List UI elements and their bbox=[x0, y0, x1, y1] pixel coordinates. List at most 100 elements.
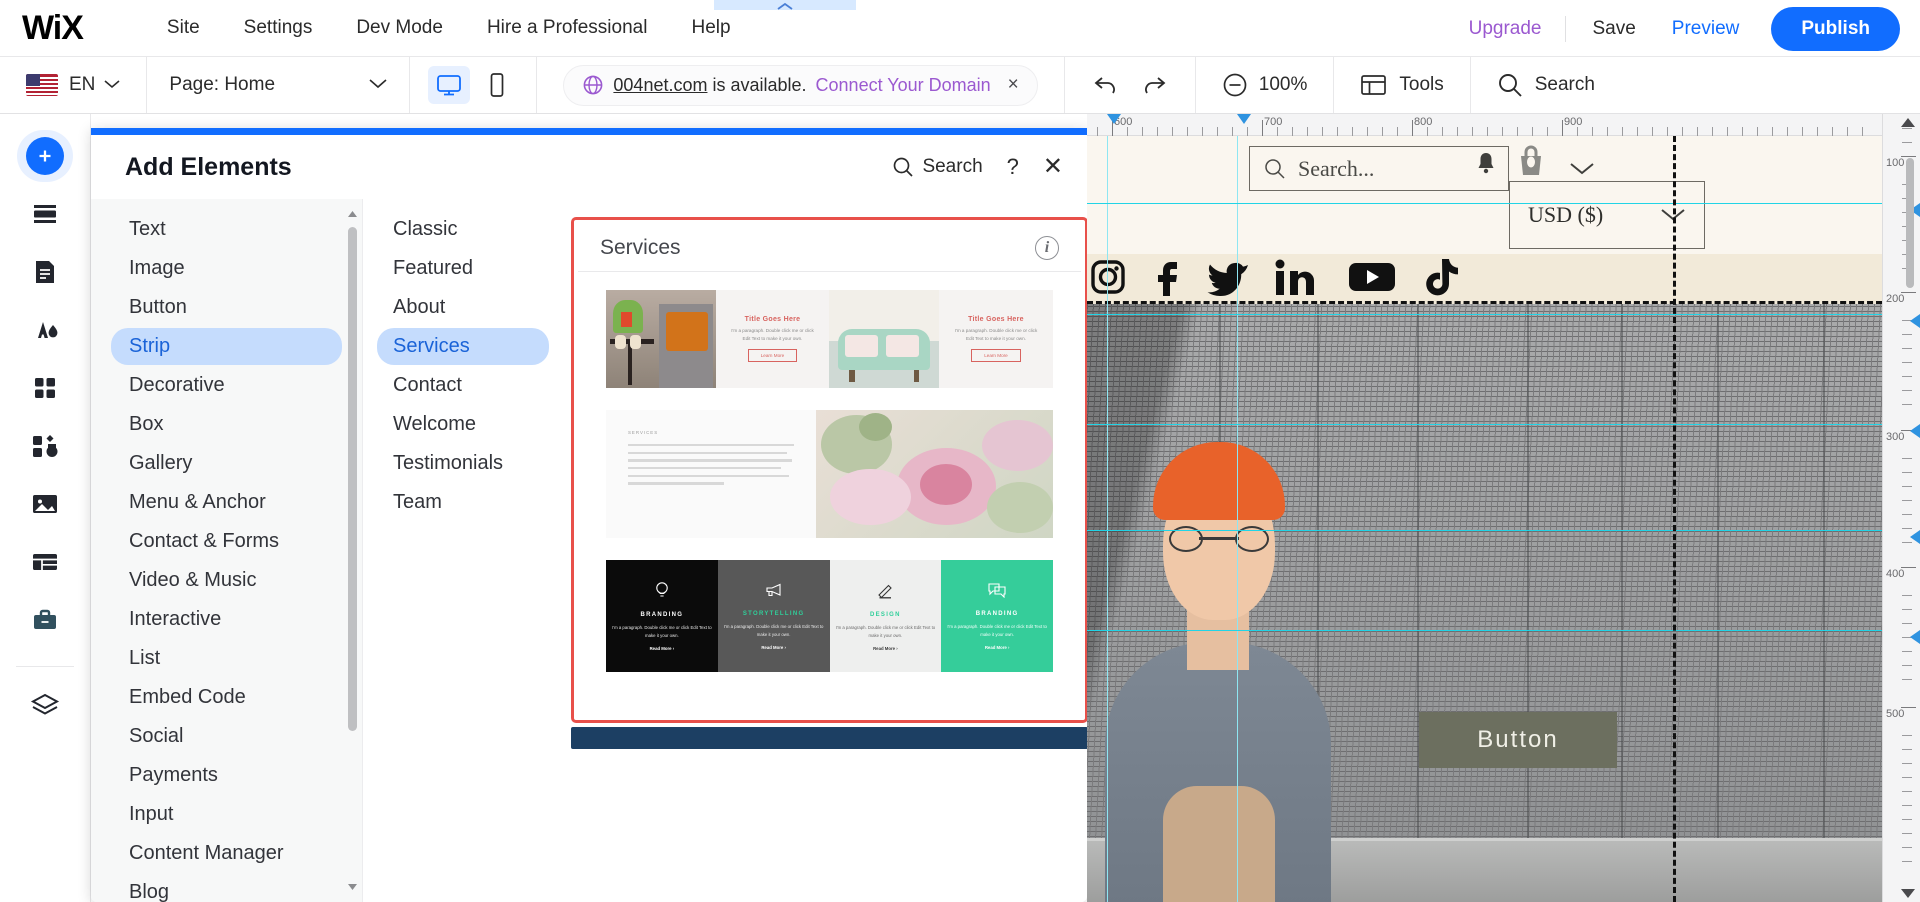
menu-help[interactable]: Help bbox=[669, 11, 752, 45]
rail-item-site-pages[interactable] bbox=[17, 188, 73, 240]
subcategory-item-team[interactable]: Team bbox=[377, 484, 549, 521]
close-icon[interactable]: ✕ bbox=[1043, 155, 1063, 179]
category-item-box[interactable]: Box bbox=[111, 406, 342, 443]
connect-domain-link[interactable]: Connect Your Domain bbox=[816, 75, 991, 96]
info-icon[interactable]: i bbox=[1035, 235, 1059, 260]
category-item-interactive[interactable]: Interactive bbox=[111, 601, 342, 638]
facebook-icon[interactable] bbox=[1151, 258, 1183, 301]
youtube-icon[interactable] bbox=[1345, 258, 1399, 301]
category-item-list[interactable]: List bbox=[111, 640, 342, 677]
category-item-content-manager[interactable]: Content Manager bbox=[111, 835, 342, 872]
redo-icon[interactable] bbox=[1139, 72, 1169, 98]
cart-icon[interactable] bbox=[1515, 144, 1547, 183]
linkedin-icon[interactable] bbox=[1273, 258, 1321, 301]
rail-item-apps[interactable] bbox=[17, 362, 73, 414]
site-search-field[interactable]: Search... bbox=[1249, 146, 1509, 191]
mobile-view-button[interactable] bbox=[476, 66, 518, 104]
rail-item-layers[interactable] bbox=[17, 679, 73, 731]
instagram-icon[interactable] bbox=[1089, 258, 1127, 301]
rail-item-business-tools[interactable] bbox=[17, 594, 73, 646]
category-item-decorative[interactable]: Decorative bbox=[111, 367, 342, 404]
category-item-blog[interactable]: Blog bbox=[111, 874, 342, 902]
category-item-image[interactable]: Image bbox=[111, 250, 342, 287]
help-icon[interactable]: ? bbox=[1007, 154, 1019, 180]
site-hero-photo[interactable]: Button Let's Chat! bbox=[1087, 304, 1882, 902]
category-scrollbar[interactable] bbox=[347, 207, 358, 894]
guide-marker[interactable] bbox=[1910, 424, 1920, 438]
preview-button[interactable]: Preview bbox=[1654, 18, 1758, 40]
strip-thumbnail-text-image[interactable]: SERVICES bbox=[606, 410, 1053, 538]
site-header-section[interactable]: Search... USD ($) bbox=[1087, 136, 1882, 304]
site-button-element[interactable]: Button bbox=[1419, 712, 1617, 768]
publish-button[interactable]: Publish bbox=[1771, 6, 1900, 51]
scroll-up-arrow-icon[interactable] bbox=[347, 207, 358, 221]
next-strip-thumbnail-partial[interactable] bbox=[571, 727, 1087, 749]
category-item-social[interactable]: Social bbox=[111, 718, 342, 755]
subcategory-item-testimonials[interactable]: Testimonials bbox=[377, 445, 549, 482]
strip-thumbnail-four-panel[interactable]: BRANDING I'm a paragraph. Double click m… bbox=[606, 560, 1053, 672]
category-item-input[interactable]: Input bbox=[111, 796, 342, 833]
category-item-video-music[interactable]: Video & Music bbox=[111, 562, 342, 599]
category-item-payments[interactable]: Payments bbox=[111, 757, 342, 794]
subcategory-item-welcome[interactable]: Welcome bbox=[377, 406, 549, 443]
bell-icon[interactable] bbox=[1475, 150, 1497, 181]
editor-tab-handle[interactable] bbox=[714, 0, 856, 10]
toolbar-search-button[interactable]: Search bbox=[1471, 72, 1621, 98]
canvas-scrollbar-thumb[interactable] bbox=[1906, 158, 1914, 288]
menu-site[interactable]: Site bbox=[145, 11, 222, 45]
tiktok-icon[interactable] bbox=[1423, 257, 1459, 302]
guide-marker[interactable] bbox=[1910, 630, 1920, 644]
vertical-ruler[interactable]: 100 200 300 400 500 bbox=[1882, 114, 1920, 902]
undo-icon[interactable] bbox=[1091, 72, 1121, 98]
category-item-embed-code[interactable]: Embed Code bbox=[111, 679, 342, 716]
guide-marker-top[interactable] bbox=[1107, 114, 1121, 124]
horizontal-ruler[interactable]: 600 700 800 900 bbox=[1087, 114, 1882, 136]
desktop-view-button[interactable] bbox=[428, 66, 471, 104]
menu-dev-mode[interactable]: Dev Mode bbox=[334, 11, 465, 45]
plus-circle-icon bbox=[26, 137, 64, 175]
save-button[interactable]: Save bbox=[1574, 18, 1653, 40]
guide-marker-top[interactable] bbox=[1237, 114, 1251, 124]
rail-item-media[interactable] bbox=[17, 478, 73, 530]
category-item-button[interactable]: Button bbox=[111, 289, 342, 326]
top-menu-bar: WiX Site Settings Dev Mode Hire a Profes… bbox=[0, 0, 1920, 57]
subcategory-item-about[interactable]: About bbox=[377, 289, 549, 326]
chevron-down-icon[interactable] bbox=[1569, 162, 1595, 181]
category-item-menu-anchor[interactable]: Menu & Anchor bbox=[111, 484, 342, 521]
language-selector[interactable]: EN bbox=[0, 74, 146, 96]
upgrade-button[interactable]: Upgrade bbox=[1453, 18, 1558, 40]
scrollbar-thumb[interactable] bbox=[348, 227, 357, 731]
menu-settings[interactable]: Settings bbox=[222, 11, 335, 45]
strip-thumbnail-two-column[interactable]: Title Goes Here I'm a paragraph. Double … bbox=[606, 290, 1053, 388]
zoom-control[interactable]: 100% bbox=[1196, 72, 1334, 98]
wix-logo[interactable]: WiX bbox=[22, 9, 84, 48]
category-item-strip[interactable]: Strip bbox=[111, 328, 342, 365]
site-currency-selector[interactable]: USD ($) bbox=[1509, 181, 1705, 249]
close-icon[interactable]: × bbox=[1008, 74, 1019, 96]
scroll-down-arrow-icon[interactable] bbox=[347, 880, 358, 894]
rail-item-theme-manager[interactable] bbox=[17, 304, 73, 356]
tools-button[interactable]: Tools bbox=[1334, 73, 1469, 97]
page-selector[interactable]: Page: Home bbox=[147, 74, 409, 96]
domain-name[interactable]: 004net.com bbox=[613, 75, 707, 95]
subcategory-item-services[interactable]: Services bbox=[377, 328, 549, 365]
site-social-bar[interactable] bbox=[1087, 254, 1882, 304]
category-item-contact-forms[interactable]: Contact & Forms bbox=[111, 523, 342, 560]
guide-marker[interactable] bbox=[1910, 314, 1920, 328]
scroll-up-arrow-icon[interactable] bbox=[1901, 118, 1915, 127]
desktop-icon bbox=[437, 75, 462, 96]
panel-search-button[interactable]: Search bbox=[892, 156, 983, 178]
rail-item-my-apps[interactable] bbox=[17, 420, 73, 472]
twitter-icon[interactable] bbox=[1207, 258, 1249, 301]
subcategory-item-contact[interactable]: Contact bbox=[377, 367, 549, 404]
guide-marker[interactable] bbox=[1910, 530, 1920, 544]
scroll-down-arrow-icon[interactable] bbox=[1901, 889, 1915, 898]
category-item-text[interactable]: Text bbox=[111, 211, 342, 248]
subcategory-item-classic[interactable]: Classic bbox=[377, 211, 549, 248]
subcategory-item-featured[interactable]: Featured bbox=[377, 250, 549, 287]
rail-item-content-manager[interactable] bbox=[17, 536, 73, 588]
rail-item-page-sections[interactable] bbox=[17, 246, 73, 298]
rail-item-add-elements[interactable] bbox=[17, 130, 73, 182]
menu-hire-a-professional[interactable]: Hire a Professional bbox=[465, 11, 670, 45]
category-item-gallery[interactable]: Gallery bbox=[111, 445, 342, 482]
